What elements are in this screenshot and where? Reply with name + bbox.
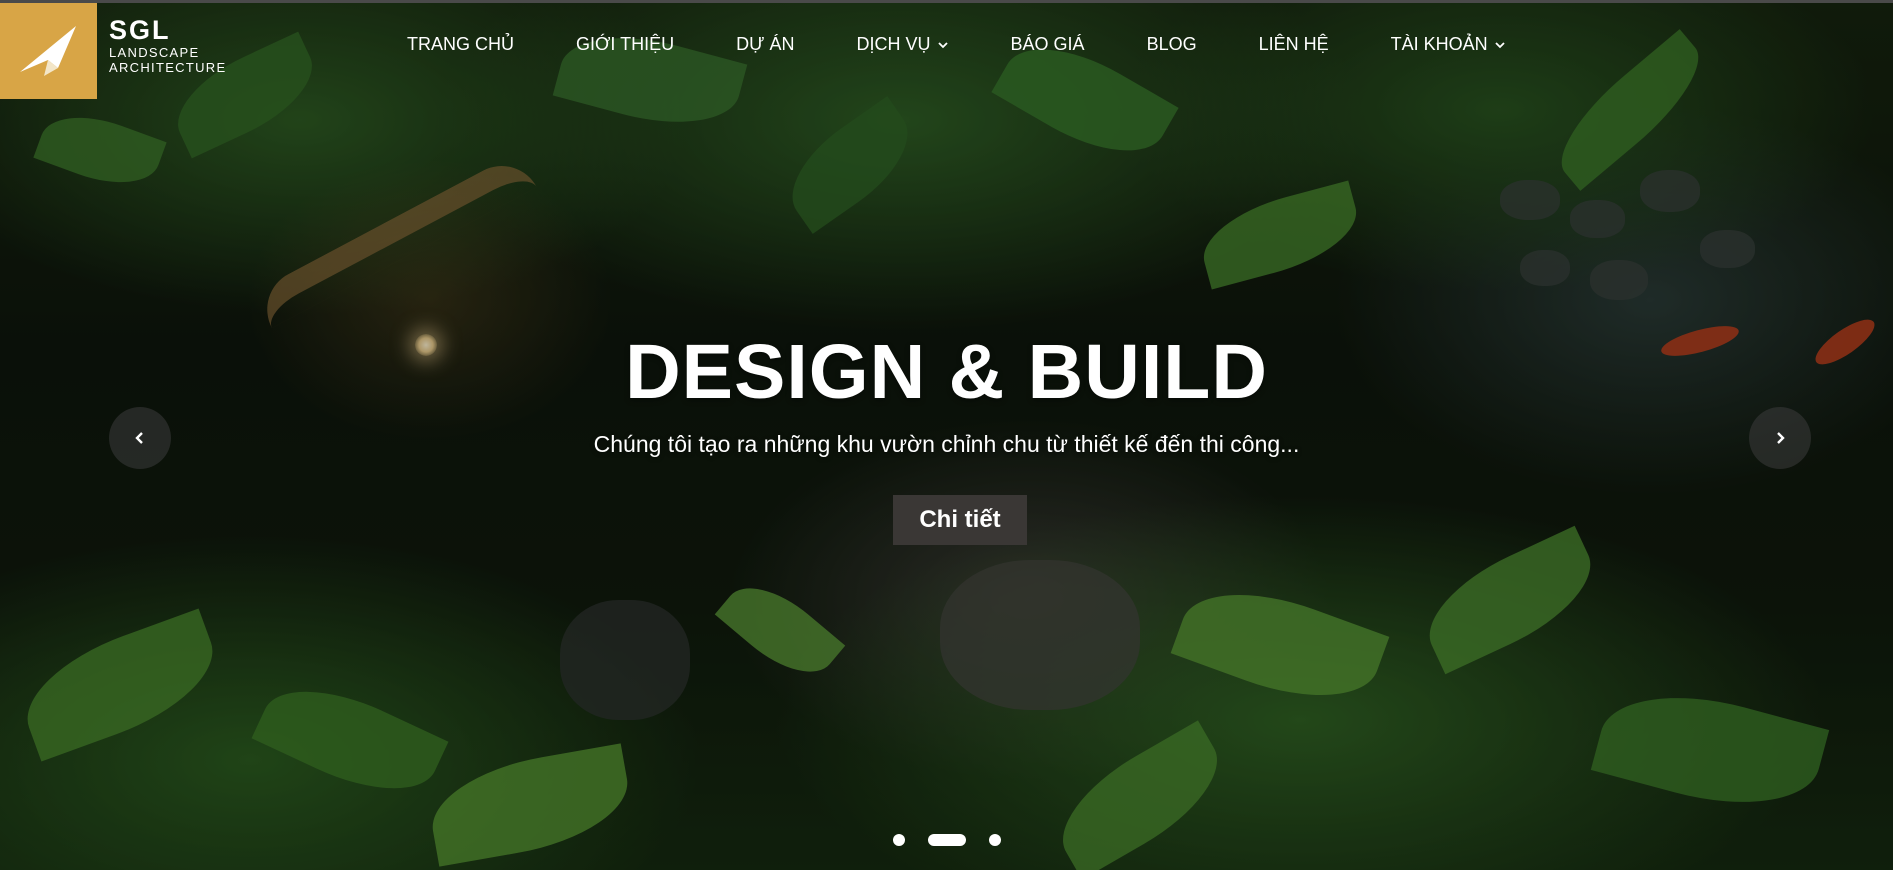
nav-item-dich-vu[interactable]: DỊCH VỤ bbox=[857, 34, 949, 55]
chevron-right-icon bbox=[1777, 432, 1785, 444]
carousel-dot-2[interactable] bbox=[927, 834, 966, 846]
nav-item-label: TRANG CHỦ bbox=[407, 34, 514, 54]
nav-item-gioi-thieu[interactable]: GIỚI THIỆU bbox=[576, 34, 674, 55]
chevron-left-icon bbox=[135, 432, 143, 444]
nav-item-blog[interactable]: BLOG bbox=[1147, 34, 1197, 55]
nav-item-lien-he[interactable]: LIÊN HỆ bbox=[1259, 34, 1329, 55]
nav-item-label: GIỚI THIỆU bbox=[576, 34, 675, 54]
logo[interactable] bbox=[0, 3, 97, 99]
brand-name: SGL bbox=[109, 15, 171, 45]
details-button[interactable]: Chi tiết bbox=[893, 495, 1027, 545]
nav-item-du-an[interactable]: DỰ ÁN bbox=[736, 34, 794, 55]
logo-bird-icon bbox=[19, 26, 76, 76]
nav-item-label: DỊCH VỤ bbox=[856, 34, 931, 54]
nav-item-label: LIÊN HỆ bbox=[1258, 34, 1329, 54]
brand-tagline-line1: LANDSCAPE bbox=[109, 45, 200, 60]
nav-item-bao-gia[interactable]: BÁO GIÁ bbox=[1011, 34, 1085, 55]
brand-tagline-line2: ARCHITECTURE bbox=[109, 60, 227, 75]
carousel-dot-3[interactable] bbox=[988, 834, 1001, 846]
carousel-next-button[interactable] bbox=[1749, 407, 1811, 469]
chevron-down-icon bbox=[1495, 41, 1505, 48]
brand-text[interactable]: SGL LANDSCAPE ARCHITECTURE bbox=[109, 15, 227, 75]
carousel-prev-button[interactable] bbox=[109, 407, 171, 469]
carousel-dot-1[interactable] bbox=[892, 834, 905, 846]
nav-item-label: DỰ ÁN bbox=[736, 34, 795, 54]
nav-item-tai-khoan[interactable]: TÀI KHOẢN bbox=[1391, 34, 1506, 55]
carousel-dots bbox=[0, 834, 1893, 846]
nav-item-label: BLOG bbox=[1146, 34, 1197, 54]
nav-item-label: BÁO GIÁ bbox=[1010, 34, 1085, 54]
nav-item-trang-chu[interactable]: TRANG CHỦ bbox=[407, 34, 514, 55]
hero-subtitle: Chúng tôi tạo ra những khu vườn chỉnh ch… bbox=[593, 431, 1300, 457]
chevron-down-icon bbox=[937, 41, 948, 48]
hero-title: DESIGN & BUILD bbox=[625, 329, 1268, 415]
main-nav: TRANG CHỦ GIỚI THIỆU DỰ ÁN DỊCH VỤ BÁO G… bbox=[407, 34, 1506, 55]
nav-item-label: TÀI KHOẢN bbox=[1390, 34, 1488, 54]
top-rule bbox=[0, 0, 1893, 3]
